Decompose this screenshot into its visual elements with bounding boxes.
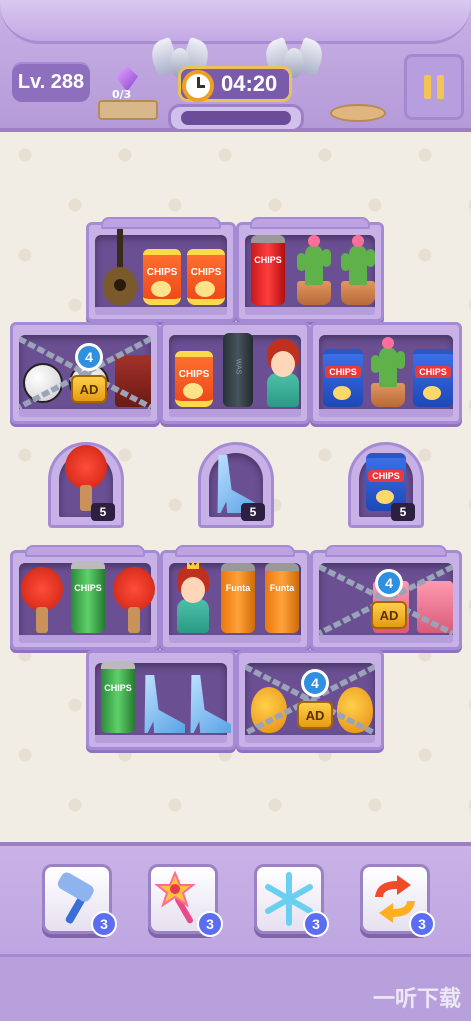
- freeze-booster-button[interactable]: 3: [254, 864, 329, 937]
- shuffle-booster-button[interactable]: 3: [360, 864, 435, 937]
- drink-item: [417, 581, 453, 633]
- mango-item: [337, 687, 373, 733]
- cactus-item[interactable]: [337, 229, 379, 305]
- gold-plate: [330, 104, 386, 122]
- level-badge: Lv. 288: [12, 62, 90, 102]
- single-slot-arch-3[interactable]: CHIPS 5: [348, 442, 424, 528]
- pause-icon: [424, 75, 431, 99]
- shelf-unit-locked-1: 4 AD: [10, 322, 160, 424]
- shelf-unit-5: CHIPS: [10, 545, 160, 650]
- lock-count-badge: 4: [375, 569, 403, 597]
- chips-bag-item[interactable]: CHIPS: [175, 351, 213, 407]
- chips-bag-blue-item[interactable]: CHIPS: [323, 349, 363, 407]
- gem-pedestal: [98, 100, 158, 120]
- chips-can-green-item[interactable]: CHIPS: [71, 561, 105, 633]
- shelf-slot[interactable]: CHIPS: [19, 561, 155, 643]
- booster-count-badge: 3: [91, 911, 117, 937]
- single-slot-arch-1[interactable]: 5: [48, 442, 124, 528]
- guitar-item[interactable]: [101, 229, 139, 305]
- shelf-unit-4: CHIPS CHIPS: [310, 322, 462, 424]
- stack-count: 5: [241, 503, 265, 521]
- shelf-slot[interactable]: CHIPS WAS: [169, 333, 303, 417]
- stack-count: 5: [391, 503, 415, 521]
- shelf-unit-locked-3: 4 AD: [236, 650, 384, 750]
- cactus-item[interactable]: [367, 331, 409, 407]
- shelf-unit-7: CHIPS: [86, 650, 236, 750]
- booster-bar: 3 3 3 3 一听下载: [0, 842, 471, 1021]
- ping-pong-paddle-item[interactable]: [21, 567, 63, 633]
- chips-can-green-item[interactable]: CHIPS: [101, 661, 135, 733]
- shelf-slot[interactable]: 4 AD: [19, 335, 151, 417]
- ad-unlock-button[interactable]: AD: [297, 701, 333, 729]
- shelf-slot[interactable]: CHIPS CHIPS: [95, 229, 227, 315]
- shelf-slot[interactable]: 4 AD: [319, 563, 453, 643]
- ping-pong-paddle-item[interactable]: [113, 567, 155, 633]
- high-heel-item[interactable]: [141, 667, 185, 733]
- top-bar: Lv. 288 0/3 04:20: [0, 0, 471, 132]
- shelf-slot[interactable]: CHIPS CHIPS: [319, 335, 453, 417]
- soda-can-item[interactable]: Funta: [221, 563, 255, 633]
- shelf-slot[interactable]: 4 AD: [245, 663, 375, 743]
- shelf-slot[interactable]: Funta Funta: [169, 561, 301, 643]
- shelf-slot[interactable]: CHIPS: [245, 235, 375, 315]
- timer-pedestal: [168, 104, 304, 132]
- watermark-text: 一听下载: [372, 987, 461, 1012]
- doll-item[interactable]: [263, 333, 303, 407]
- ad-unlock-button[interactable]: AD: [71, 375, 107, 403]
- chips-bag-item[interactable]: CHIPS: [143, 249, 181, 305]
- cactus-item[interactable]: [293, 229, 335, 305]
- magic-wand-booster-button[interactable]: 3: [148, 864, 223, 937]
- single-slot-arch-2[interactable]: 5: [198, 442, 274, 528]
- thermos-item[interactable]: WAS: [223, 333, 253, 407]
- lock-count-badge: 4: [301, 669, 329, 697]
- box-item: [115, 355, 151, 407]
- lock-count-badge: 4: [75, 343, 103, 371]
- hammer-booster-button[interactable]: 3: [42, 864, 117, 937]
- mango-item: [251, 687, 287, 733]
- ad-unlock-button[interactable]: AD: [371, 601, 407, 629]
- shelf-slot[interactable]: CHIPS: [95, 661, 231, 743]
- soda-can-item[interactable]: Funta: [265, 563, 299, 633]
- booster-count-badge: 3: [409, 911, 435, 937]
- booster-count-badge: 3: [303, 911, 329, 937]
- pause-button[interactable]: [404, 54, 464, 120]
- header-ornament: [0, 0, 471, 44]
- shelf-unit-6: Funta Funta: [160, 545, 310, 650]
- chips-bag-blue-item[interactable]: CHIPS: [413, 349, 453, 407]
- chips-bag-item[interactable]: CHIPS: [187, 249, 225, 305]
- high-heel-item[interactable]: [187, 667, 231, 733]
- shelf-unit-3: CHIPS WAS: [160, 322, 310, 424]
- booster-count-badge: 3: [197, 911, 223, 937]
- shelf-unit-2: CHIPS: [236, 217, 384, 322]
- chips-can-item[interactable]: CHIPS: [251, 235, 285, 305]
- soccer-ball-item: [23, 363, 63, 403]
- alarm-clock-icon: [180, 64, 216, 104]
- shelf-unit-locked-2: 4 AD: [310, 545, 462, 650]
- shelf-unit-1: CHIPS CHIPS: [86, 217, 236, 322]
- stack-count: 5: [91, 503, 115, 521]
- ping-pong-paddle-item[interactable]: [65, 445, 107, 511]
- doll-item[interactable]: [173, 559, 213, 633]
